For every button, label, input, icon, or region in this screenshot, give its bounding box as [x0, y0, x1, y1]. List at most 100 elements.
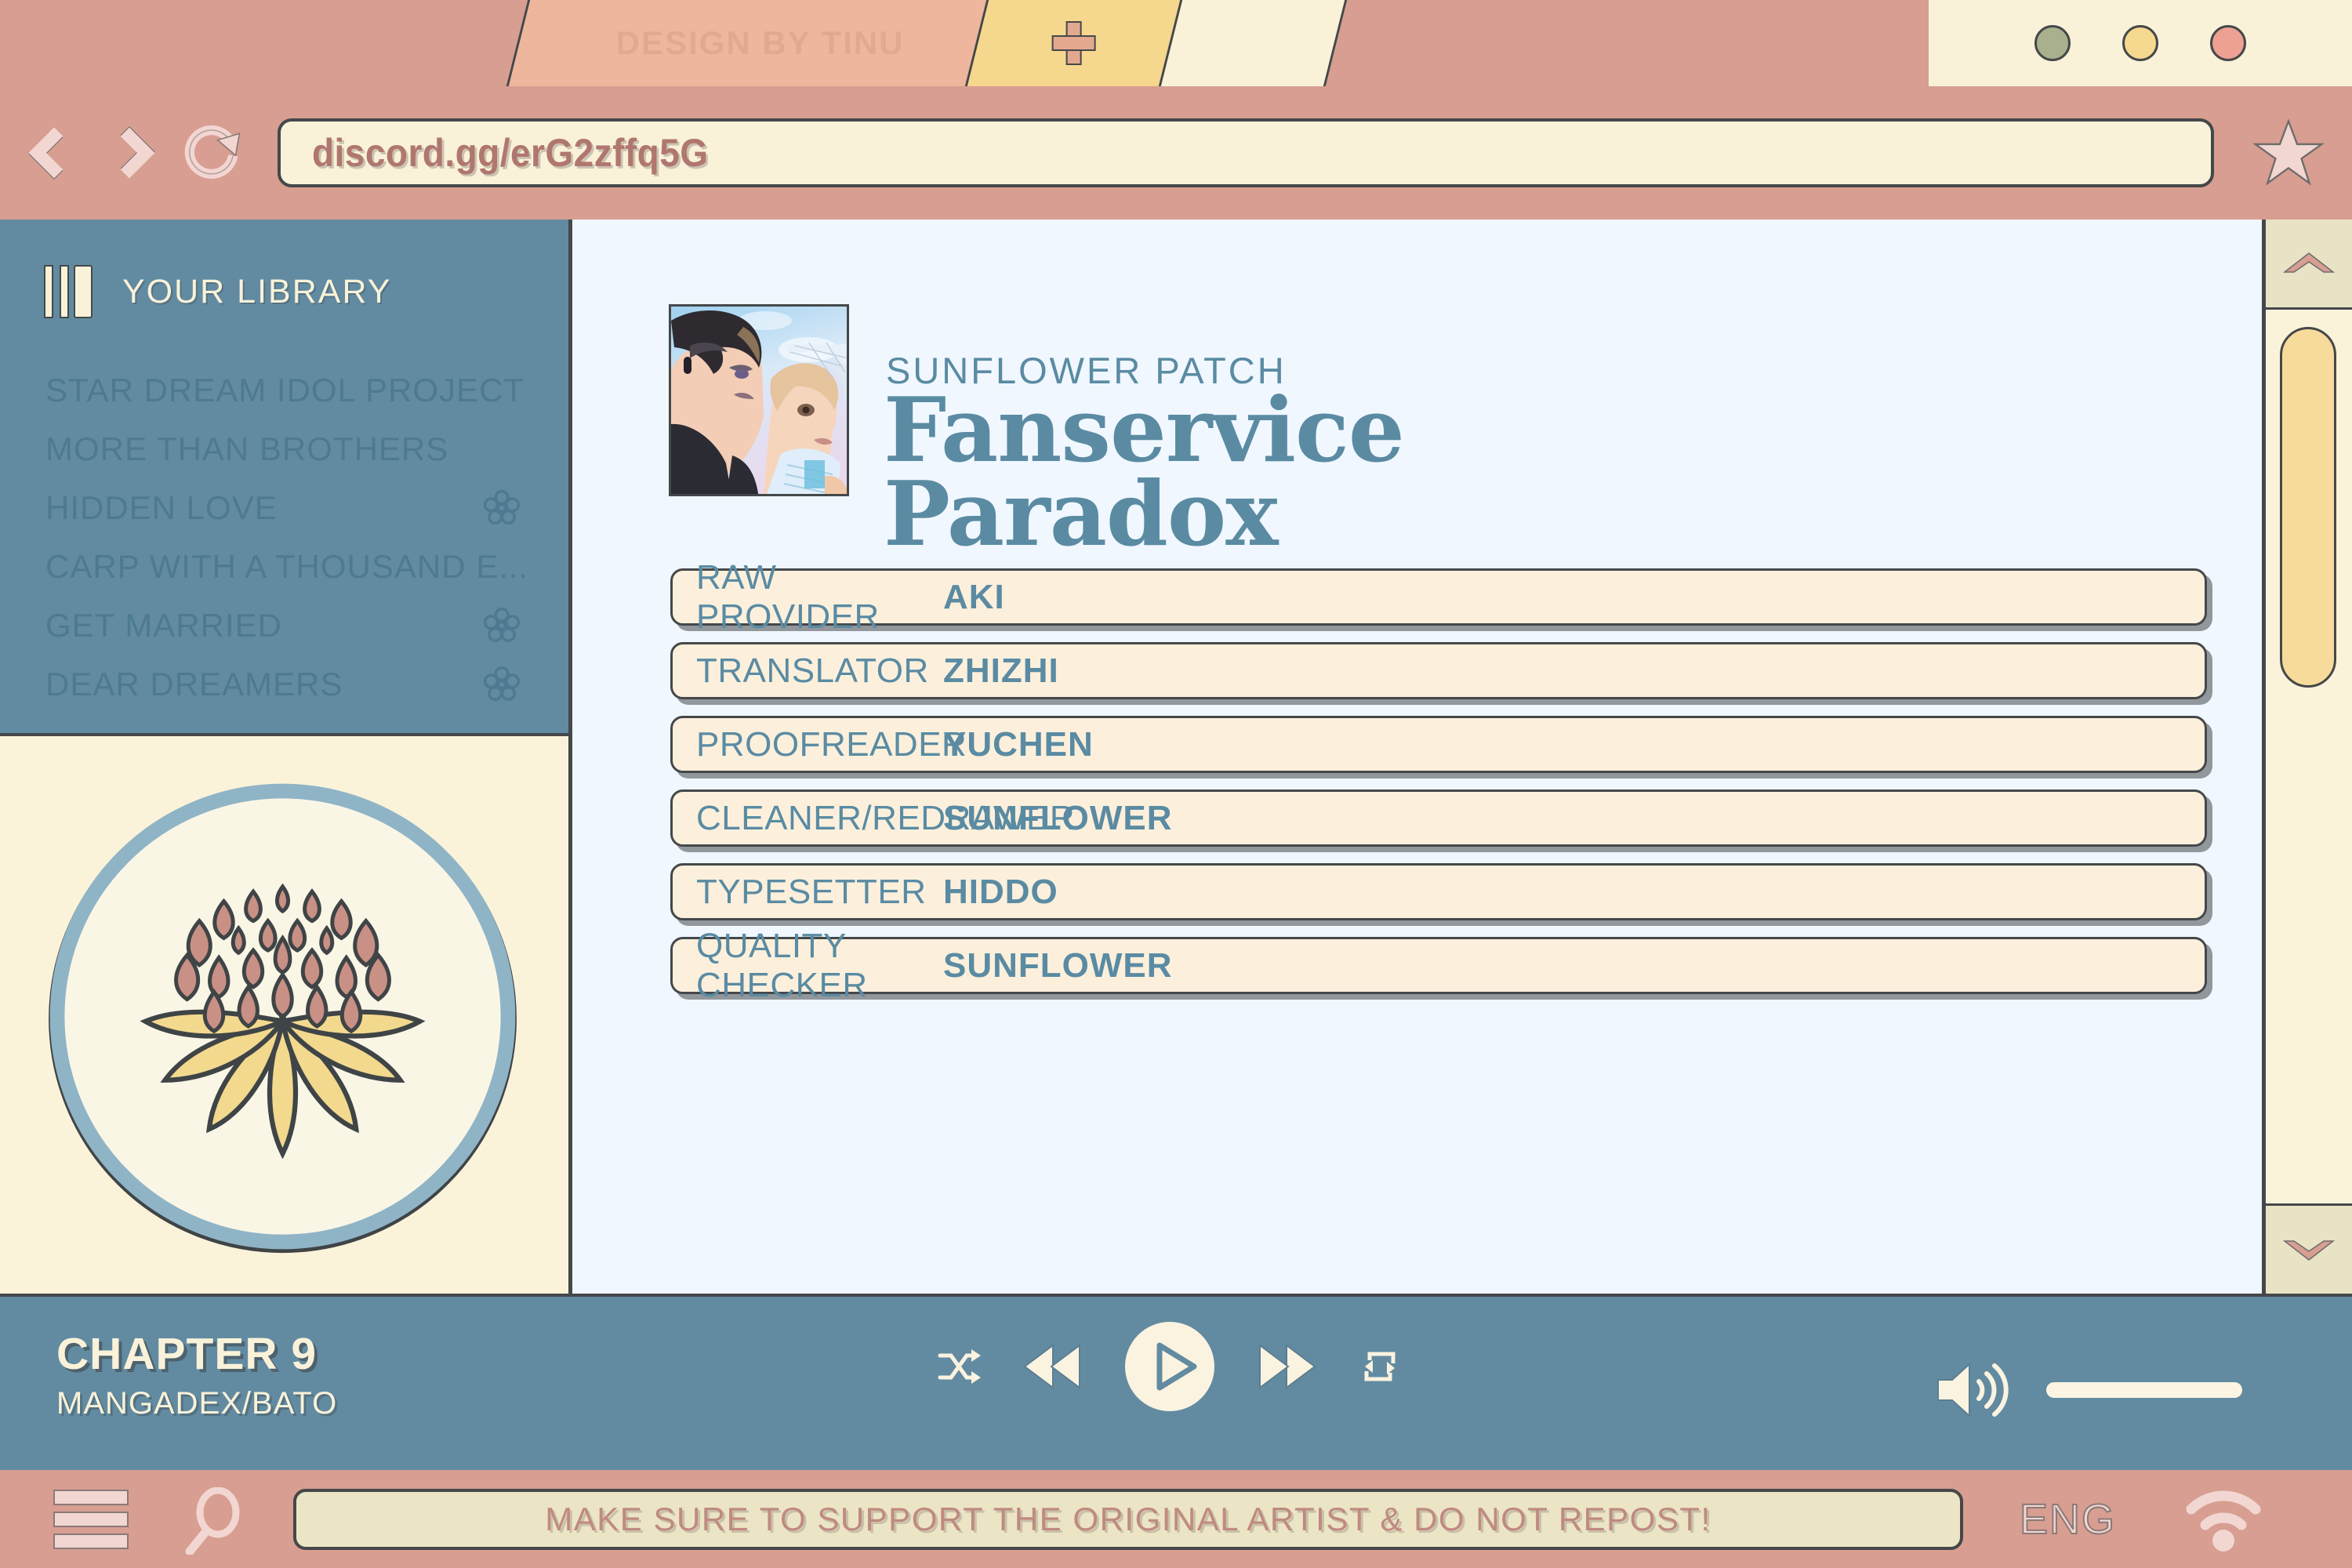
credit-role: PROOFREADER [696, 724, 967, 764]
next-icon [1259, 1344, 1316, 1389]
flower-icon[interactable] [482, 606, 521, 645]
chevron-up-icon [2283, 252, 2335, 273]
volume-slider[interactable] [2046, 1382, 2242, 1398]
cover-art [669, 304, 849, 496]
app-frame: YOUR LIBRARY STAR DREAM IDOL PROJECT MOR… [0, 220, 2352, 1294]
list-item-label: STAR DREAM IDOL PROJECT [45, 371, 525, 408]
credit-name: SUNFLOWER [943, 798, 1173, 837]
sunflower-logo [49, 783, 517, 1254]
table-row[interactable]: TYPESETTER HIDDO [670, 863, 2207, 920]
page-title-line2: Paradox [884, 462, 1279, 567]
minimize-button[interactable] [2034, 25, 2071, 61]
cover-art-image [671, 307, 847, 494]
reload-button[interactable] [180, 121, 245, 185]
credit-name: HIDDO [943, 872, 1058, 911]
chapter-source: MANGADEX/BATO [56, 1386, 338, 1421]
list-item-label: HIDDEN LOVE [45, 488, 278, 526]
chevron-left-icon [28, 127, 80, 179]
url-input[interactable]: discord.gg/erG2zffq5G [278, 118, 2214, 187]
sidebar-item-hidden-love[interactable]: HIDDEN LOVE [0, 478, 568, 537]
chapter-title: CHAPTER 9 [56, 1329, 318, 1379]
repeat-button[interactable] [1359, 1346, 1401, 1387]
credit-name: YUCHEN [943, 724, 1094, 764]
address-bar-row: discord.gg/erG2zffq5G [0, 86, 2352, 220]
main-content: SUNFLOWER PATCH Fanservice Paradox RAW P… [576, 220, 2262, 1294]
maximize-button[interactable] [2122, 25, 2158, 61]
scroll-down-button[interactable] [2266, 1203, 2352, 1294]
sidebar-item-get-married[interactable]: GET MARRIED [0, 596, 568, 655]
table-row[interactable]: TRANSLATOR ZHIZHI [670, 642, 2207, 699]
sidebar: YOUR LIBRARY STAR DREAM IDOL PROJECT MOR… [0, 220, 572, 733]
support-message-banner: MAKE SURE TO SUPPORT THE ORIGINAL ARTIST… [293, 1488, 1963, 1550]
repeat-icon [1364, 1352, 1396, 1381]
chevron-right-icon [103, 127, 155, 179]
previous-button[interactable] [1022, 1342, 1081, 1391]
table-row[interactable]: QUALITY CHECKER SUNFLOWER [670, 927, 2207, 1004]
support-message-text: MAKE SURE TO SUPPORT THE ORIGINAL ARTIST… [545, 1500, 1711, 1537]
player-bar: CHAPTER 9 MANGADEX/BATO [0, 1294, 2352, 1470]
volume-icon [1937, 1362, 2009, 1418]
scrollbar-thumb[interactable] [2280, 327, 2336, 688]
credit-role: CLEANER/REDRAWER [696, 798, 1076, 837]
chevron-down-icon [2283, 1240, 2335, 1261]
credit-role: TRANSLATOR [696, 651, 929, 690]
credit-role: QUALITY CHECKER [696, 926, 868, 1004]
scrollbar[interactable] [2262, 220, 2352, 1294]
flower-icon[interactable] [482, 488, 521, 528]
plus-icon [1051, 20, 1096, 65]
browser-tab-active[interactable]: DESIGN BY TINU [506, 0, 1015, 88]
hamburger-menu-icon[interactable] [53, 1489, 129, 1549]
next-button[interactable] [1258, 1342, 1318, 1391]
logo-pane [0, 733, 572, 1294]
search-icon [185, 1486, 240, 1555]
close-button[interactable] [2210, 25, 2246, 61]
back-button[interactable] [22, 122, 83, 183]
list-item-label: CARP WITH A THOUSAND E... [45, 547, 529, 585]
volume-control[interactable] [1935, 1358, 2242, 1422]
search-button[interactable] [183, 1486, 245, 1555]
forward-button[interactable] [103, 122, 166, 183]
list-item-label: GET MARRIED [45, 606, 282, 644]
new-tab-button[interactable] [964, 0, 1184, 88]
sidebar-item-star-dream-idol-project[interactable]: STAR DREAM IDOL PROJECT [0, 361, 568, 419]
browser-tab-label: DESIGN BY TINU [615, 24, 905, 61]
credit-role: TYPESETTER [696, 872, 927, 911]
bookmark-button[interactable] [2245, 110, 2332, 196]
credits-list: RAW PROVIDER AKI TRANSLATOR ZHIZHI PROOF… [670, 558, 2207, 1011]
reload-icon [184, 125, 241, 179]
credit-name: ZHIZHI [943, 651, 1059, 690]
now-playing: CHAPTER 9 MANGADEX/BATO [56, 1328, 337, 1421]
credit-name: SUNFLOWER [943, 946, 1173, 985]
table-row[interactable]: RAW PROVIDER AKI [670, 558, 2207, 636]
shuffle-button[interactable] [937, 1346, 981, 1387]
list-item-label: MORE THAN BROTHERS [45, 430, 449, 467]
status-bar: MAKE SURE TO SUPPORT THE ORIGINAL ARTIST… [0, 1470, 2352, 1568]
sidebar-item-more-than-brothers[interactable]: MORE THAN BROTHERS [0, 419, 568, 478]
sidebar-header: YOUR LIBRARY [0, 220, 568, 318]
play-button[interactable] [1122, 1319, 1218, 1414]
list-item-label: DEAR DREAMERS [45, 665, 343, 702]
language-indicator[interactable]: ENG [2019, 1495, 2116, 1544]
previous-icon [1023, 1344, 1080, 1389]
scroll-up-button[interactable] [2266, 220, 2352, 310]
library-icon [44, 265, 93, 318]
page-title-line1: Fanservice [884, 378, 1405, 482]
window-controls [1929, 0, 2352, 86]
sidebar-header-label: YOUR LIBRARY [122, 272, 392, 310]
sidebar-item-carp-with-a-thousand-e[interactable]: CARP WITH A THOUSAND E... [0, 537, 568, 596]
page-title: Fanservice Paradox [884, 378, 1824, 567]
star-icon [2252, 118, 2325, 186]
table-row[interactable]: PROOFREADER YUCHEN [670, 716, 2207, 773]
library-list: STAR DREAM IDOL PROJECT MORE THAN BROTHE… [0, 361, 568, 713]
flower-icon[interactable] [482, 665, 521, 704]
tab-strip: DESIGN BY TINU [0, 0, 2352, 88]
browser-window: DESIGN BY TINU discord.gg/erG2zffq5G YOU… [0, 0, 2352, 1568]
sidebar-item-dear-dreamers[interactable]: DEAR DREAMERS [0, 655, 568, 713]
table-row[interactable]: CLEANER/REDRAWER SUNFLOWER [670, 789, 2207, 847]
shuffle-icon [938, 1349, 981, 1384]
wifi-button[interactable] [2180, 1486, 2267, 1553]
url-text: discord.gg/erG2zffq5G [312, 131, 709, 175]
scrollbar-track[interactable] [2266, 310, 2352, 1203]
transport-controls [937, 1319, 1401, 1414]
credit-name: AKI [943, 577, 1005, 616]
